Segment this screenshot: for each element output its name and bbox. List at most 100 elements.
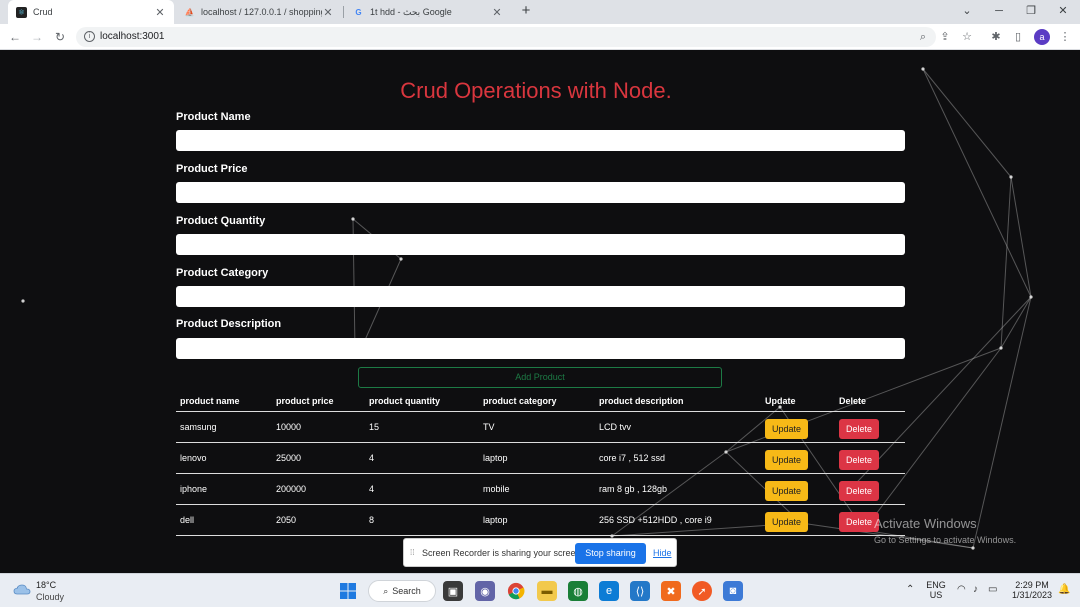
forward-arrow-icon[interactable]: → [28,28,46,46]
extensions-puzzle-icon[interactable]: ✱ [987,28,1005,46]
clock[interactable]: 2:29 PM 1/31/2023 [1008,580,1056,600]
column-header: product quantity [365,392,479,412]
tab-phpmyadmin[interactable]: ⛵ localhost / 127.0.0.1 / shopping ✕ [176,0,342,24]
cloud-icon [13,584,31,595]
update-button[interactable]: Update [765,418,808,439]
minimize-icon[interactable]: ─ [983,0,1015,24]
address-toolbar: ← → ↻ i localhost:3001 ⌕ ⇪ ☆ ✱ ▯ a ⋮ [0,24,1080,50]
xampp-icon[interactable]: ✖ [661,581,681,601]
postman-icon[interactable]: ➚ [692,581,712,601]
column-header: product price [272,392,365,412]
close-icon[interactable]: ✕ [491,6,503,19]
product-quantity-input[interactable] [176,234,905,255]
delete-button[interactable]: Delete [839,511,879,532]
close-icon[interactable]: ✕ [154,6,166,19]
cell-product-category: laptop [479,442,595,474]
close-icon[interactable]: ✕ [322,6,334,19]
product-price-label: Product Price [176,163,248,175]
product-description-input[interactable] [176,338,905,359]
battery-icon[interactable]: ▭ [988,584,997,595]
volume-icon[interactable]: ♪ [973,584,978,595]
teams-chat-icon[interactable]: ◉ [475,581,495,601]
kebab-menu-icon[interactable]: ⋮ [1056,28,1074,46]
tab-crud[interactable]: ⚛ Crud ✕ [8,0,174,24]
delete-cell: Delete [835,442,905,474]
product-price-input[interactable] [176,182,905,203]
update-button[interactable]: Update [765,449,808,470]
cell-product-category: mobile [479,473,595,505]
tab-title: 1t hdd - بحث Google [370,6,452,17]
cell-product-description: ram 8 gb , 128gb [595,473,761,505]
side-panel-icon[interactable]: ▯ [1009,28,1027,46]
update-button[interactable]: Update [765,511,808,532]
screen-share-notification: ⁞⁞ Screen Recorder is sharing your scree… [403,538,677,567]
update-cell: Update [761,442,835,474]
share-icon[interactable]: ⇪ [936,28,954,46]
vscode-icon[interactable]: ⟨⟩ [630,581,650,601]
table-row: dell 2050 8 laptop 256 SSD +512HDD , cor… [176,504,905,536]
clock-date: 1/31/2023 [1011,590,1053,600]
update-button[interactable]: Update [765,480,808,501]
delete-button[interactable]: Delete [839,418,879,439]
reload-icon[interactable]: ↻ [51,28,69,46]
notification-bell-icon[interactable]: 🔔 [1058,584,1070,595]
cell-product-price: 2050 [272,504,365,536]
product-category-input[interactable] [176,286,905,307]
address-bar[interactable]: i localhost:3001 [76,27,936,47]
weather-temperature: 18°C [36,580,57,590]
react-favicon-icon: ⚛ [16,6,27,18]
window-close-icon[interactable]: ✕ [1047,0,1079,24]
file-explorer-icon[interactable]: ▬ [537,581,557,601]
product-name-input[interactable] [176,130,905,151]
column-header: product name [176,392,272,412]
google-favicon-icon: G [355,7,362,17]
bookmark-star-icon[interactable]: ☆ [958,28,976,46]
table-row: iphone 200000 4 mobile ram 8 gb , 128gb … [176,473,905,505]
pycharm-icon[interactable]: ◍ [568,581,588,601]
product-name-label: Product Name [176,111,251,123]
product-quantity-label: Product Quantity [176,215,266,227]
cell-product-quantity: 4 [365,473,479,505]
restore-icon[interactable]: ❐ [1015,0,1047,24]
url-text[interactable]: localhost:3001 [100,31,165,42]
delete-cell: Delete [835,411,905,443]
share-message: Screen Recorder is sharing your screen. [422,548,584,558]
windows-start-icon[interactable] [338,581,358,601]
table-header-row: product name product price product quant… [176,392,905,412]
cell-product-description: LCD tvv [595,411,761,443]
back-arrow-icon[interactable]: ← [6,28,24,46]
product-description-label: Product Description [176,318,282,330]
taskbar-search-button[interactable]: ⌕ Search [368,580,436,602]
stop-sharing-button[interactable]: Stop sharing [575,543,646,564]
column-header: Delete [835,392,905,412]
cell-product-category: TV [479,411,595,443]
column-header: Update [761,392,835,412]
site-info-icon[interactable]: i [84,31,95,42]
activate-windows-watermark: Activate Windows Go to Settings to activ… [874,516,1016,545]
cell-product-quantity: 4 [365,442,479,474]
page-viewport: Crud Operations with Node. Product Name … [0,50,1080,573]
add-product-button[interactable]: Add Product [358,367,722,388]
tab-google[interactable]: G 1t hdd - بحث Google ✕ [345,0,511,24]
edge-icon[interactable]: e [599,581,619,601]
tab-divider [343,6,344,18]
task-view-icon[interactable]: ▣ [443,581,463,601]
new-tab-button[interactable]: + [517,2,535,20]
language-indicator[interactable]: ENG US [924,580,948,600]
profile-avatar[interactable]: a [1034,29,1050,45]
cell-product-quantity: 8 [365,504,479,536]
zoom-icon[interactable]: ⌕ [914,28,932,46]
drag-handle-icon[interactable]: ⁞⁞ [410,548,416,558]
product-category-label: Product Category [176,267,269,279]
screen-recorder-icon[interactable]: ◙ [723,581,743,601]
delete-button[interactable]: Delete [839,449,879,470]
tab-search-chevron-icon[interactable]: ⌄ [951,0,983,24]
chevron-up-icon[interactable]: ⌃ [906,584,914,595]
delete-button[interactable]: Delete [839,480,879,501]
chrome-icon[interactable] [506,581,526,601]
cell-product-name: lenovo [176,442,272,474]
hide-link[interactable]: Hide [653,548,672,558]
update-cell: Update [761,473,835,505]
windows-taskbar: 18°C Cloudy ⌕ Search ▣ ◉ ▬ ◍ e ⟨⟩ ✖ ➚ ◙ … [0,573,1080,607]
wifi-icon[interactable]: ◠ [957,584,966,595]
